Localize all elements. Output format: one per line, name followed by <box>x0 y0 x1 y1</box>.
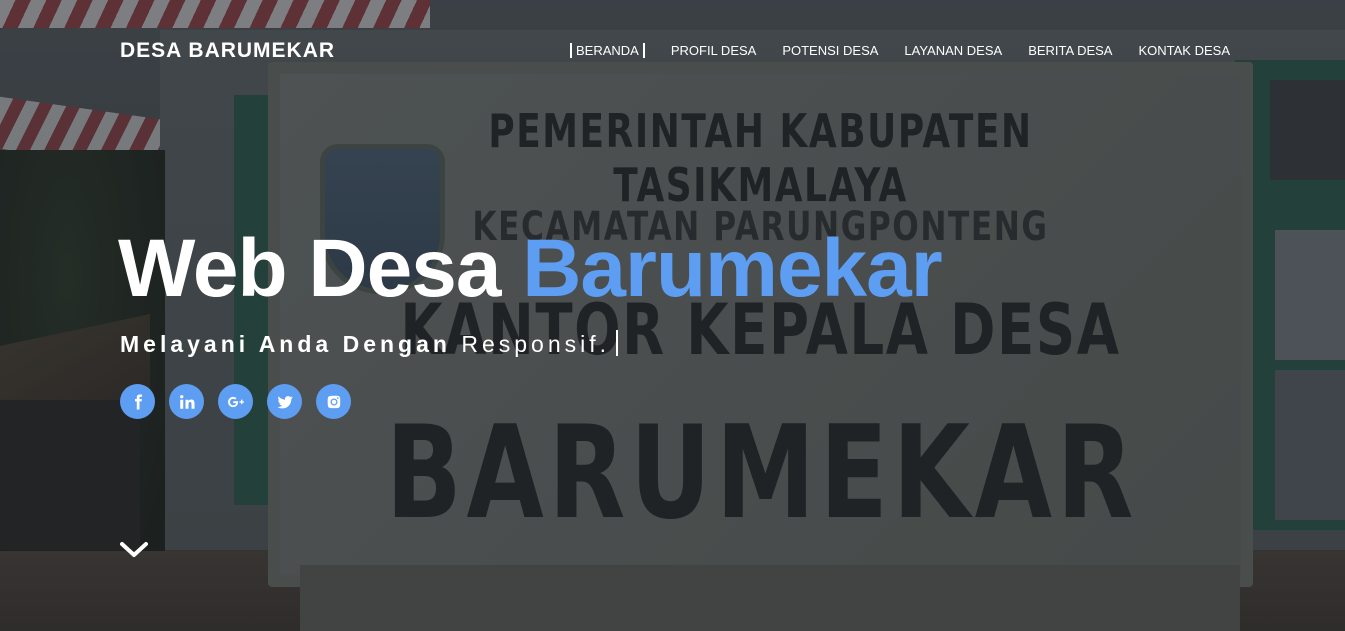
nav-item-layanan-desa[interactable]: LAYANAN DESA <box>904 43 1002 58</box>
twitter-icon[interactable] <box>267 384 302 419</box>
hero-title-plain: Web Desa <box>118 223 501 314</box>
social-links <box>120 384 351 419</box>
nav-item-beranda[interactable]: BERANDA <box>569 43 645 58</box>
nav-item-profil-desa[interactable]: PROFIL DESA <box>671 43 756 58</box>
nav-item-kontak-desa[interactable]: KONTAK DESA <box>1138 43 1230 58</box>
nav-item-potensi-desa[interactable]: POTENSI DESA <box>782 43 878 58</box>
nav-item-berita-desa[interactable]: BERITA DESA <box>1028 43 1112 58</box>
google-plus-icon[interactable] <box>218 384 253 419</box>
main-nav: BERANDA PROFIL DESA POTENSI DESA LAYANAN… <box>569 43 1230 58</box>
facebook-icon[interactable] <box>120 384 155 419</box>
instagram-icon[interactable] <box>316 384 351 419</box>
hero-title: Web Desa Barumekar <box>118 222 943 316</box>
scroll-down-chevron-icon[interactable] <box>119 540 149 560</box>
hero-subtitle-lead: Melayani Anda Dengan <box>120 331 451 357</box>
linkedin-icon[interactable] <box>169 384 204 419</box>
hero-title-accent: Barumekar <box>522 223 942 314</box>
hero-subtitle: Melayani Anda Dengan Responsif. <box>120 330 618 358</box>
hero-subtitle-typed: Responsif. <box>461 331 610 357</box>
site-brand[interactable]: DESA BARUMEKAR <box>120 39 335 63</box>
typing-cursor <box>616 330 618 356</box>
